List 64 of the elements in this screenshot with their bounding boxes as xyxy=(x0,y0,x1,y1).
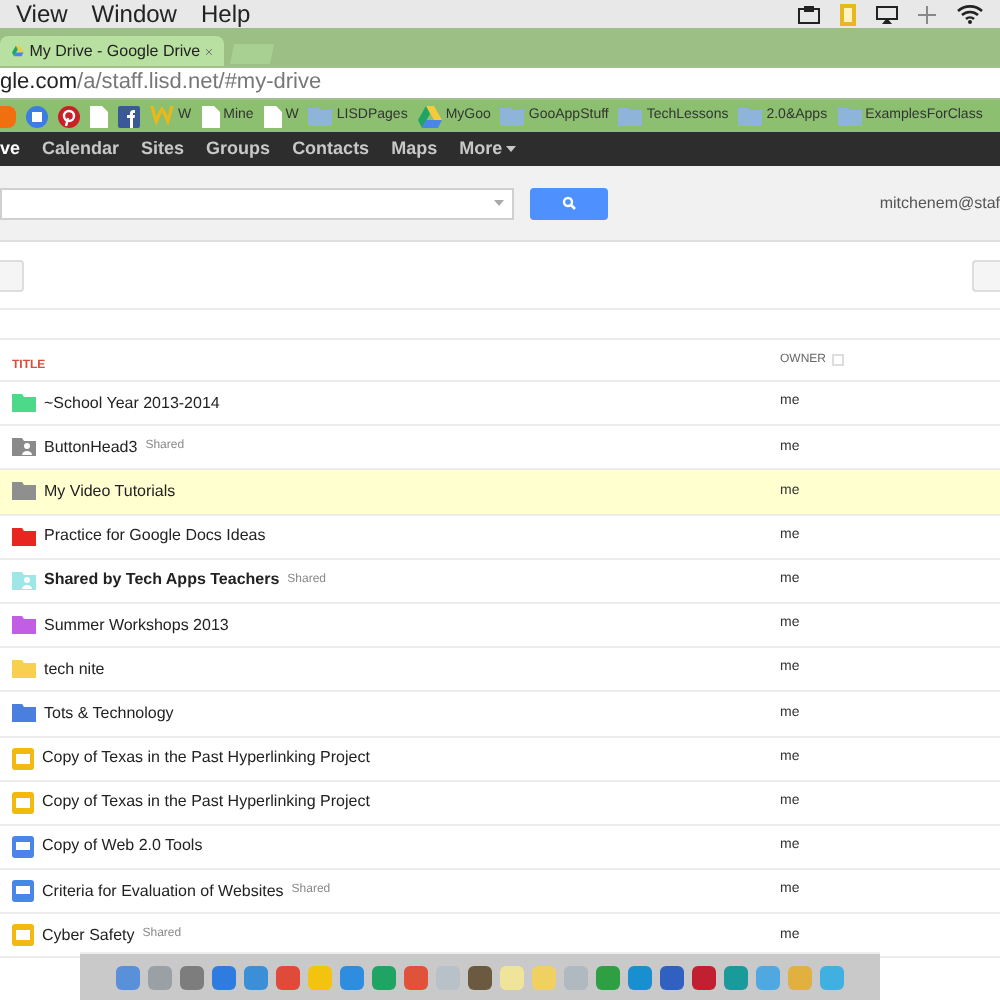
file-title[interactable]: Summer Workshops 2013 xyxy=(44,613,229,638)
app-icon[interactable] xyxy=(338,963,366,991)
nav-link[interactable]: Contacts xyxy=(292,135,370,163)
file-title[interactable]: Criteria for Evaluation of Websites xyxy=(42,879,284,904)
file-title[interactable]: Copy of Texas in the Past Hyperlinking Project xyxy=(42,790,370,815)
nav-link[interactable]: More xyxy=(459,135,517,163)
browser-tab[interactable]: My Drive - Google Drive xyxy=(0,36,224,66)
file-title[interactable]: tech nite xyxy=(44,657,105,682)
pin-icon[interactable] xyxy=(58,105,80,127)
file-title[interactable]: ButtonHead3 xyxy=(44,435,138,460)
search-button[interactable] xyxy=(530,187,608,219)
app-icon[interactable] xyxy=(466,963,494,991)
app-icon[interactable] xyxy=(594,963,622,991)
drive-icon[interactable] xyxy=(12,40,24,62)
file-title[interactable]: My Video Tutorials xyxy=(44,479,176,504)
nav-link[interactable]: Maps xyxy=(391,135,438,163)
screen-icon[interactable] xyxy=(798,5,820,23)
app-icon[interactable] xyxy=(402,963,430,991)
sort-menu-button[interactable] xyxy=(832,354,844,366)
menu-item[interactable]: Help xyxy=(200,2,251,26)
toolbar-button[interactable] xyxy=(0,259,24,291)
close-icon[interactable] xyxy=(206,45,212,57)
nav-link[interactable]: Groups xyxy=(206,135,271,163)
facebook-icon[interactable] xyxy=(118,105,140,127)
search-field[interactable] xyxy=(0,187,514,219)
page-icon[interactable] xyxy=(90,105,108,127)
app-icon[interactable] xyxy=(114,963,142,991)
app-icon[interactable] xyxy=(370,963,398,991)
nav-link[interactable]: ve xyxy=(0,135,21,163)
app-icon[interactable] xyxy=(210,963,238,991)
app-icon[interactable] xyxy=(722,963,750,991)
address-bar[interactable]: gle.com/a/staff.lisd.net/#my-drive xyxy=(0,66,1000,100)
bookmark-icon[interactable] xyxy=(0,105,16,127)
battery-icon[interactable] xyxy=(840,3,856,25)
page-icon[interactable] xyxy=(263,105,282,127)
app-icon[interactable] xyxy=(274,963,302,991)
dropdown-icon[interactable] xyxy=(494,200,504,206)
file-title[interactable]: Cyber Safety xyxy=(42,923,135,948)
account-email[interactable]: mitchenem@staf xyxy=(879,191,1000,215)
w-logo-icon[interactable] xyxy=(150,106,174,126)
file-title[interactable]: Tots & Technology xyxy=(44,701,174,726)
app-icon[interactable] xyxy=(626,963,654,991)
app-icon[interactable] xyxy=(242,963,270,991)
search-icon xyxy=(562,196,576,210)
file-title[interactable]: Copy of Web 2.0 Tools xyxy=(42,834,203,859)
file-title[interactable]: Shared by Tech Apps Teachers xyxy=(44,568,280,593)
file-title[interactable]: Practice for Google Docs Ideas xyxy=(44,524,266,549)
display-icon[interactable] xyxy=(876,5,898,23)
drive-icon[interactable] xyxy=(417,105,442,127)
url-text: gle.com/a/staff.lisd.net/#my-drive xyxy=(0,72,322,94)
menu-item[interactable]: View xyxy=(16,2,68,26)
wifi-icon[interactable] xyxy=(956,4,984,24)
file-title[interactable]: Copy of Texas in the Past Hyperlinking Project xyxy=(42,746,370,771)
file-title[interactable]: ~School Year 2013-2014 xyxy=(44,391,220,416)
toolbar-button[interactable] xyxy=(972,259,1000,291)
app-icon[interactable] xyxy=(658,963,686,991)
app-icon[interactable] xyxy=(690,963,718,991)
app-icon[interactable] xyxy=(178,963,206,991)
menu-item[interactable]: Window xyxy=(91,2,177,26)
nav-link[interactable]: Sites xyxy=(141,135,185,163)
page-icon[interactable] xyxy=(201,105,220,127)
nav-link[interactable]: Calendar xyxy=(42,135,120,163)
tab-title: My Drive - Google Drive xyxy=(29,39,201,63)
calendar-icon[interactable] xyxy=(26,105,48,127)
